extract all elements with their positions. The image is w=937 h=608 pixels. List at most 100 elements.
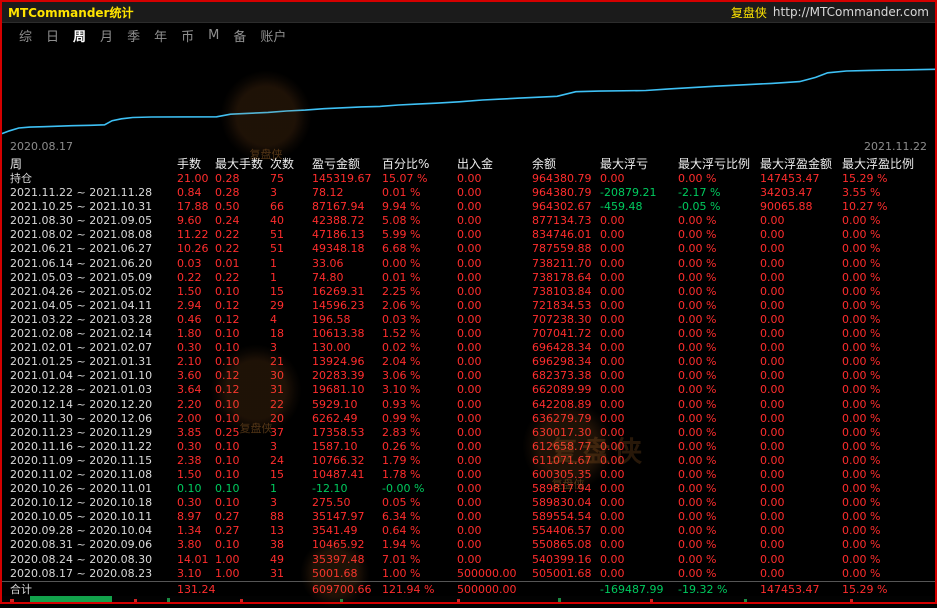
value-cell: 20 <box>270 412 312 426</box>
period-cell: 2021.08.02 ~ 2021.08.08 <box>10 228 177 242</box>
value-cell: 0.00 <box>600 257 678 271</box>
value-cell: 636279.79 <box>532 412 600 426</box>
table-row[interactable]: 2021.10.25 ~ 2021.10.3117.880.506687167.… <box>2 200 935 214</box>
period-cell: 2021.01.04 ~ 2021.01.10 <box>10 369 177 383</box>
column-header-10[interactable]: 最大浮盈金额 <box>760 156 842 172</box>
column-header-2[interactable]: 最大手数 <box>215 156 270 172</box>
menu-item-ri[interactable]: 日 <box>39 26 66 45</box>
menu-item-yue[interactable]: 月 <box>93 26 120 45</box>
menu-item-ji[interactable]: 季 <box>120 26 147 45</box>
value-cell: 0.00 % <box>842 313 935 327</box>
value-cell: 0.00 <box>760 383 842 397</box>
column-header-8[interactable]: 最大浮亏 <box>600 156 678 172</box>
period-cell: 2021.06.21 ~ 2021.06.27 <box>10 242 177 256</box>
value-cell: 130.00 <box>312 341 382 355</box>
column-header-5[interactable]: 百分比% <box>382 156 457 172</box>
table-row[interactable]: 2020.11.30 ~ 2020.12.062.000.10206262.49… <box>2 412 935 426</box>
value-cell: 35397.48 <box>312 553 382 567</box>
value-cell: 0.05 % <box>382 496 457 510</box>
app-title: MTCommander统计 <box>8 4 133 21</box>
value-cell: 0.00 % <box>678 228 760 242</box>
value-cell: 51 <box>270 242 312 256</box>
value-cell: 3.64 <box>177 383 215 397</box>
table-row[interactable]: 2020.11.23 ~ 2020.11.293.850.253717358.5… <box>2 426 935 440</box>
period-cell: 2021.03.22 ~ 2021.03.28 <box>10 313 177 327</box>
table-row[interactable]: 2020.11.02 ~ 2020.11.081.500.101510487.4… <box>2 468 935 482</box>
menu-item-nian[interactable]: 年 <box>147 26 174 45</box>
column-header-4[interactable]: 盈亏金额 <box>312 156 382 172</box>
value-cell: 40 <box>270 214 312 228</box>
value-cell: 6.34 % <box>382 510 457 524</box>
value-cell: 0.00 % <box>678 468 760 482</box>
value-cell: 0.00 <box>760 468 842 482</box>
table-row[interactable]: 2021.02.08 ~ 2021.02.141.800.101810613.3… <box>2 327 935 341</box>
table-row[interactable]: 2020.10.26 ~ 2020.11.010.100.101-12.10-0… <box>2 482 935 496</box>
value-cell: 13924.96 <box>312 355 382 369</box>
value-cell: 0.00 <box>457 510 532 524</box>
value-cell: 5001.68 <box>312 567 382 581</box>
value-cell: 87167.94 <box>312 200 382 214</box>
period-cell: 2020.12.14 ~ 2020.12.20 <box>10 398 177 412</box>
table-row[interactable]: 2021.08.30 ~ 2021.09.059.600.244042388.7… <box>2 214 935 228</box>
value-cell: 3 <box>270 496 312 510</box>
total-value-cell: 500000.00 <box>457 582 532 597</box>
table-row[interactable]: 2021.11.22 ~ 2021.11.280.840.28378.120.0… <box>2 186 935 200</box>
table-row[interactable]: 2020.08.31 ~ 2020.09.063.800.103810465.9… <box>2 538 935 552</box>
value-cell: 0.00 <box>760 271 842 285</box>
menu-item-zhou[interactable]: 周 <box>66 26 93 45</box>
table-row[interactable]: 2020.11.16 ~ 2020.11.220.300.1031587.100… <box>2 440 935 454</box>
value-cell: 1.00 % <box>382 567 457 581</box>
value-cell: 0.00 <box>760 313 842 327</box>
table-row[interactable]: 2020.08.17 ~ 2020.08.233.101.00315001.68… <box>2 567 935 581</box>
value-cell: 88 <box>270 510 312 524</box>
table-row[interactable]: 2021.05.03 ~ 2021.05.090.220.22174.800.0… <box>2 271 935 285</box>
table-row[interactable]: 2021.06.14 ~ 2021.06.200.030.01133.060.0… <box>2 257 935 271</box>
menu-item-M[interactable]: M <box>201 28 226 43</box>
value-cell: 0.12 <box>215 383 270 397</box>
value-cell: 834746.01 <box>532 228 600 242</box>
column-header-1[interactable]: 手数 <box>177 156 215 172</box>
table-row[interactable]: 2021.03.22 ~ 2021.03.280.460.124196.580.… <box>2 313 935 327</box>
value-cell: 1.34 <box>177 524 215 538</box>
table-row[interactable]: 2020.10.12 ~ 2020.10.180.300.103275.500.… <box>2 496 935 510</box>
value-cell: 554406.57 <box>532 524 600 538</box>
value-cell: 0.00 <box>457 468 532 482</box>
table-row[interactable]: 2020.09.28 ~ 2020.10.041.340.27133541.49… <box>2 524 935 538</box>
table-row[interactable]: 2021.04.05 ~ 2021.04.112.940.122914596.2… <box>2 299 935 313</box>
column-header-0[interactable]: 周 <box>10 156 177 172</box>
table-row[interactable]: 2020.12.14 ~ 2020.12.202.200.10225929.10… <box>2 398 935 412</box>
table-row[interactable]: 2020.08.24 ~ 2020.08.3014.011.004935397.… <box>2 553 935 567</box>
table-row[interactable]: 2021.01.25 ~ 2021.01.312.100.102113924.9… <box>2 355 935 369</box>
column-header-11[interactable]: 最大浮盈比例 <box>842 156 935 172</box>
table-row[interactable]: 2021.01.04 ~ 2021.01.103.600.123020283.3… <box>2 369 935 383</box>
value-cell: 37 <box>270 426 312 440</box>
table-row[interactable]: 2021.06.21 ~ 2021.06.2710.260.225149348.… <box>2 242 935 256</box>
table-row[interactable]: 2021.02.01 ~ 2021.02.070.300.103130.000.… <box>2 341 935 355</box>
table-row[interactable]: 2020.11.09 ~ 2020.11.152.380.102410766.3… <box>2 454 935 468</box>
table-row[interactable]: 2021.04.26 ~ 2021.05.021.500.101516269.3… <box>2 285 935 299</box>
value-cell: 17.88 <box>177 200 215 214</box>
column-header-3[interactable]: 次数 <box>270 156 312 172</box>
table-row[interactable]: 2020.10.05 ~ 2020.10.118.970.278835147.9… <box>2 510 935 524</box>
value-cell: 21 <box>270 355 312 369</box>
value-cell: 0.00 % <box>678 412 760 426</box>
column-header-9[interactable]: 最大浮亏比例 <box>678 156 760 172</box>
value-cell: 0.00 <box>600 299 678 313</box>
menu-item-zhanghu[interactable]: 账户 <box>253 26 293 45</box>
value-cell: 1.78 % <box>382 468 457 482</box>
table-row[interactable]: 2020.12.28 ~ 2021.01.033.640.123119681.1… <box>2 383 935 397</box>
column-header-6[interactable]: 出入金 <box>457 156 532 172</box>
value-cell: 0.00 <box>457 553 532 567</box>
value-cell: 34203.47 <box>760 186 842 200</box>
value-cell: 0.00 % <box>842 383 935 397</box>
menu-item-bi[interactable]: 币 <box>174 26 201 45</box>
value-cell: 0.12 <box>215 313 270 327</box>
value-cell: 0.00 % <box>842 426 935 440</box>
column-header-7[interactable]: 余额 <box>532 156 600 172</box>
value-cell: 540399.16 <box>532 553 600 567</box>
menu-item-zong[interactable]: 综 <box>12 26 39 45</box>
menu-item-bei[interactable]: 备 <box>226 26 253 45</box>
table-row[interactable]: 2021.08.02 ~ 2021.08.0811.220.225147186.… <box>2 228 935 242</box>
table-row[interactable]: 持仓21.000.2875145319.6715.07 %0.00964380.… <box>2 172 935 186</box>
value-cell: 0.00 % <box>678 538 760 552</box>
